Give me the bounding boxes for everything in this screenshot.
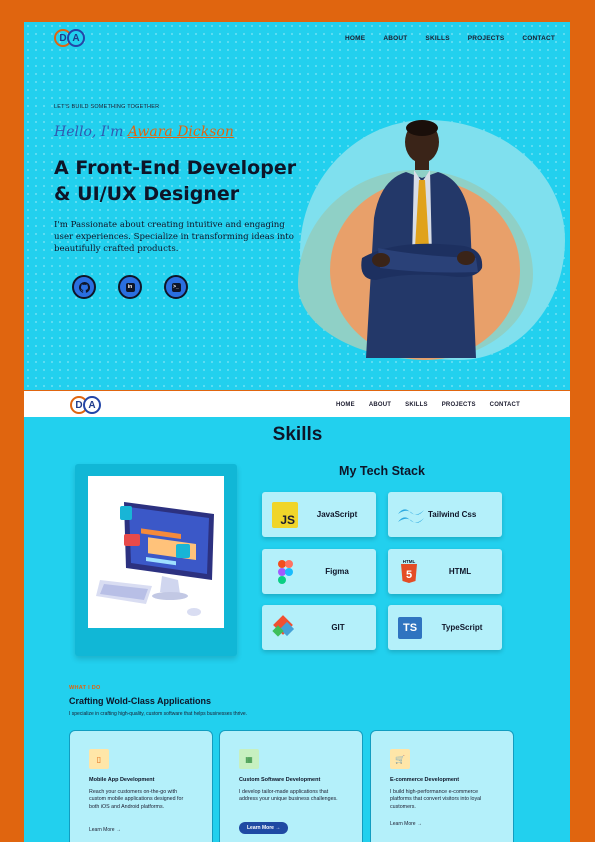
tech-label: JavaScript (316, 509, 358, 519)
skills-title: Skills (272, 424, 323, 445)
service-card-custom-software: ▦ Custom Software Development I develop … (219, 730, 363, 842)
github-button[interactable] (72, 275, 96, 299)
learn-more-link[interactable]: Learn More → (89, 827, 121, 833)
tailwind-icon (398, 508, 424, 523)
service-description: I build high-performance e-commerce plat… (390, 789, 482, 810)
hero-tagline: LET'S BUILD SOMETHING TOGETHER (54, 104, 160, 110)
tech-label: Figma (325, 566, 349, 576)
nav-home[interactable]: HOME (336, 402, 355, 408)
logo-a: A (83, 396, 101, 414)
logo-a: A (67, 29, 85, 47)
main-nav: HOME ABOUT SKILLS PROJECTS CONTACT (345, 35, 555, 42)
tech-card-typescript: TS TypeScript (388, 605, 502, 650)
author-name: Awara Dickson (127, 124, 234, 140)
services-eyebrow: WHAT I DO (69, 685, 101, 691)
tech-stack-title: My Tech Stack (339, 464, 425, 478)
service-title: Custom Software Development (239, 777, 321, 783)
tech-card-javascript: JS JavaScript (262, 492, 376, 537)
nav-contact[interactable]: CONTACT (490, 402, 520, 408)
service-card-ecommerce: 🛒 E-commerce Development I build high-pe… (370, 730, 514, 842)
hero-intro: I'm Passionate about creating intuitive … (54, 220, 294, 254)
nav-skills[interactable]: SKILLS (425, 35, 449, 42)
tech-label: HTML (448, 566, 472, 576)
tech-label: GIT (331, 622, 345, 632)
profile-photo (361, 120, 483, 358)
github-icon (78, 281, 90, 293)
site-logo[interactable]: D A (54, 29, 85, 47)
nav-projects[interactable]: PROJECTS (468, 35, 505, 42)
tech-card-figma: Figma (262, 549, 376, 594)
nav-about[interactable]: ABOUT (383, 35, 407, 42)
tech-card-html: HTML 5 HTML (388, 549, 502, 594)
tech-label: Tailwind Css (428, 509, 477, 519)
service-title: Mobile App Development (89, 777, 155, 783)
service-title: E-commerce Development (390, 777, 460, 783)
services-title: Crafting Wold-Class Applications (69, 696, 212, 706)
nav-projects[interactable]: PROJECTS (442, 402, 476, 408)
tech-card-tailwind: Tailwind Css (388, 492, 502, 537)
social-links: in >_ (72, 275, 188, 299)
hero-headline: A Front-End Developer & UI/UX Designer (54, 157, 297, 205)
learn-more-button[interactable]: Learn More → (239, 822, 289, 834)
service-description: Reach your customers on-the-go with cust… (89, 789, 184, 810)
terminal-button[interactable]: >_ (164, 275, 188, 299)
tech-label: TypeScript (441, 622, 483, 632)
service-description: I develop tailor-made applications that … (239, 789, 338, 803)
nav-contact[interactable]: CONTACT (522, 35, 555, 42)
nav-home[interactable]: HOME (345, 35, 365, 42)
hero-greeting: Hello, I'm Awara Dickson (54, 124, 234, 140)
javascript-icon: JS (272, 501, 298, 528)
code-grid-icon: ▦ (239, 749, 259, 769)
html5-glyph: 5 (406, 569, 412, 581)
terminal-icon: >_ (171, 282, 181, 292)
figma-icon (278, 559, 293, 584)
nav-skills[interactable]: SKILLS (405, 402, 428, 408)
tech-card-git: GIT (262, 605, 376, 650)
learn-more-link[interactable]: Learn More → (390, 821, 422, 827)
computer-illustration (96, 502, 214, 616)
linkedin-button[interactable]: in (118, 275, 142, 299)
site-logo-sticky[interactable]: D A (70, 396, 101, 414)
greeting-text: Hello, I'm (54, 124, 128, 140)
nav-about[interactable]: ABOUT (369, 402, 391, 408)
linkedin-icon: in (125, 282, 135, 292)
services-subtitle: I specialize in crafting high-quality, c… (69, 711, 248, 717)
sticky-nav: HOME ABOUT SKILLS PROJECTS CONTACT (336, 402, 520, 408)
git-icon (272, 614, 295, 637)
typescript-icon: TS (398, 616, 422, 639)
html-icon: HTML 5 (401, 559, 417, 583)
phone-icon: ▯ (89, 749, 109, 769)
cart-icon: 🛒 (390, 749, 410, 769)
service-card-mobile: ▯ Mobile App Development Reach your cust… (69, 730, 213, 842)
